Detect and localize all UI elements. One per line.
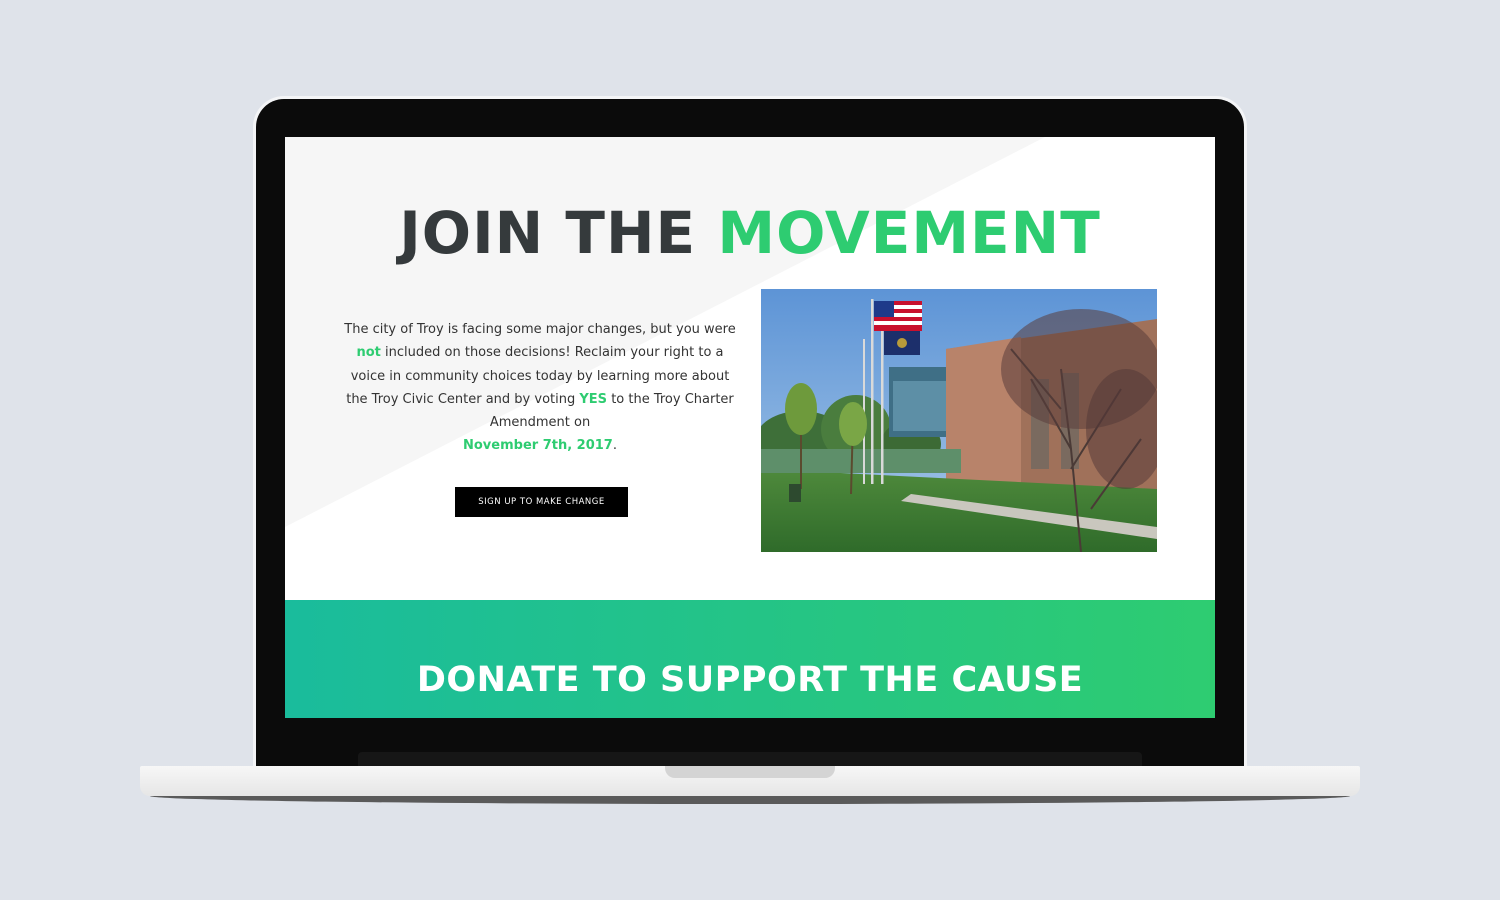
hero-title-accent: MOVEMENT: [717, 199, 1101, 267]
troy-civic-center-photo: [761, 289, 1157, 552]
intro-date: November 7th, 2017: [462, 438, 613, 454]
laptop-notch: [665, 766, 835, 778]
laptop-screen: JOIN THE MOVEMENT The city of Troy is fa…: [285, 137, 1215, 718]
hero-intro-text: The city of Troy is facing some major ch…: [343, 318, 737, 458]
intro-part1: The city of Troy is facing some major ch…: [344, 322, 736, 337]
sign-up-button[interactable]: SIGN UP TO MAKE CHANGE: [455, 487, 628, 517]
laptop-foot: [150, 796, 1350, 804]
hero-title: JOIN THE MOVEMENT: [285, 199, 1215, 267]
intro-not-emphasis: not: [356, 345, 381, 361]
intro-yes-emphasis: YES: [579, 391, 608, 407]
intro-end: .: [612, 438, 617, 454]
donate-title: DONATE TO SUPPORT THE CAUSE: [416, 660, 1084, 700]
hero-title-part1: JOIN THE: [399, 199, 697, 267]
donate-section: DONATE TO SUPPORT THE CAUSE: [285, 600, 1215, 718]
